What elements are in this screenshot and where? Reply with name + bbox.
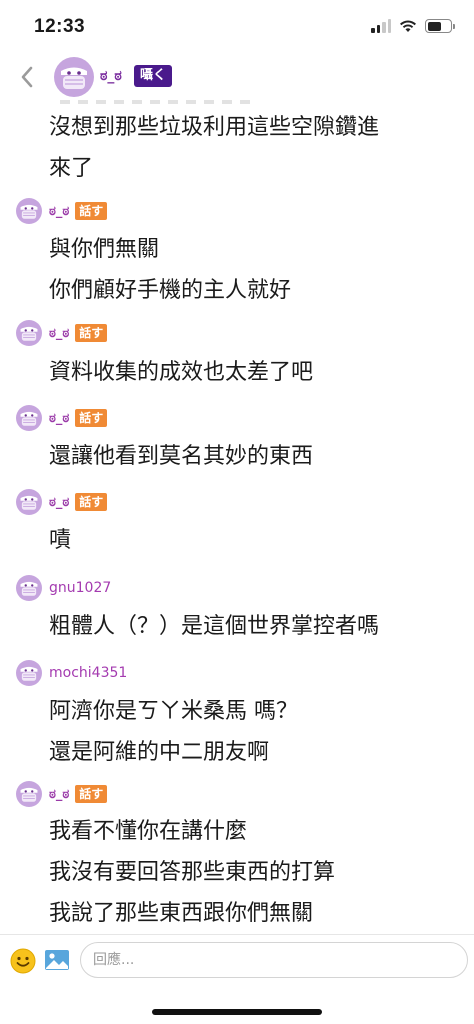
message-text: 還讓他看到莫名其妙的東西 (49, 444, 314, 469)
message-author: ಠ_ಠ 話す (16, 405, 108, 431)
battery-icon (425, 19, 455, 33)
author-name[interactable]: ಠ_ಠ (49, 326, 69, 341)
masked-face-icon[interactable] (16, 781, 42, 807)
message-text: 資料收集的成效也太差了吧 (49, 360, 314, 385)
message-author: ಠ_ಠ 話す (16, 198, 108, 224)
status-time: 12:33 (34, 16, 86, 37)
message-text: 我看不懂你在講什麼 我沒有要回答那些東西的打算 我說了那些東西跟你們無關 (49, 819, 336, 926)
message-author: mochi4351 (16, 660, 127, 686)
author-name[interactable]: mochi4351 (49, 665, 127, 681)
message-text: 與你們無關 你們顧好手機的主人就好 (49, 237, 292, 303)
masked-face-icon[interactable] (16, 405, 42, 431)
talk-badge: 話す (75, 785, 108, 803)
masked-face-icon[interactable] (16, 575, 42, 601)
talk-badge: 話す (75, 409, 108, 427)
wifi-icon (400, 20, 416, 32)
talk-badge: 話す (75, 493, 108, 511)
avatar[interactable] (54, 57, 94, 97)
message-text: 阿濟你是ㄎㄚ米桑馬 嗎？ 還是阿維的中二朋友啊 (49, 699, 298, 765)
author-name[interactable]: ಠ_ಠ (49, 411, 69, 426)
author-name[interactable]: ಠ_ಠ (49, 787, 69, 802)
chat-screen: 12:33 ಠ_ಠ 囁く 沒想到那些垃圾利用這些空隙鑽進 來了 ಠ_ಠ 話す 與… (0, 0, 474, 1024)
image-icon[interactable] (44, 947, 70, 973)
reply-input[interactable] (80, 942, 468, 978)
message-text: 嘖 (49, 528, 72, 553)
message-author: ಠ_ಠ 話す (16, 489, 108, 515)
smiley-icon[interactable] (10, 948, 36, 974)
status-icons (371, 19, 455, 33)
message-text: 沒想到那些垃圾利用這些空隙鑽進 來了 (49, 115, 380, 181)
chevron-left-icon (21, 66, 33, 88)
author-name[interactable]: gnu1027 (49, 580, 111, 596)
message-author: gnu1027 (16, 575, 111, 601)
back-button[interactable] (12, 60, 42, 94)
message-author: ಠ_ಠ 話す (16, 781, 108, 807)
message-author: ಠ_ಠ 話す (16, 320, 108, 346)
status-bar: 12:33 (0, 0, 474, 56)
talk-badge: 話す (75, 324, 108, 342)
talk-badge: 話す (75, 202, 108, 220)
message-text: 粗體人（？）是這個世界掌控者嗎 (49, 614, 380, 639)
masked-face-icon[interactable] (16, 660, 42, 686)
whisper-badge: 囁く (134, 65, 173, 87)
signal-icon (371, 19, 391, 33)
masked-face-icon[interactable] (16, 489, 42, 515)
masked-face-icon[interactable] (16, 198, 42, 224)
reply-bar (0, 934, 474, 992)
author-name[interactable]: ಠ_ಠ (49, 495, 69, 510)
header-username[interactable]: ಠ_ಠ (100, 68, 122, 84)
masked-face-icon[interactable] (16, 320, 42, 346)
chat-header: ಠ_ಠ 囁く (0, 56, 474, 100)
home-indicator[interactable] (152, 1009, 322, 1015)
author-name[interactable]: ಠ_ಠ (49, 204, 69, 219)
